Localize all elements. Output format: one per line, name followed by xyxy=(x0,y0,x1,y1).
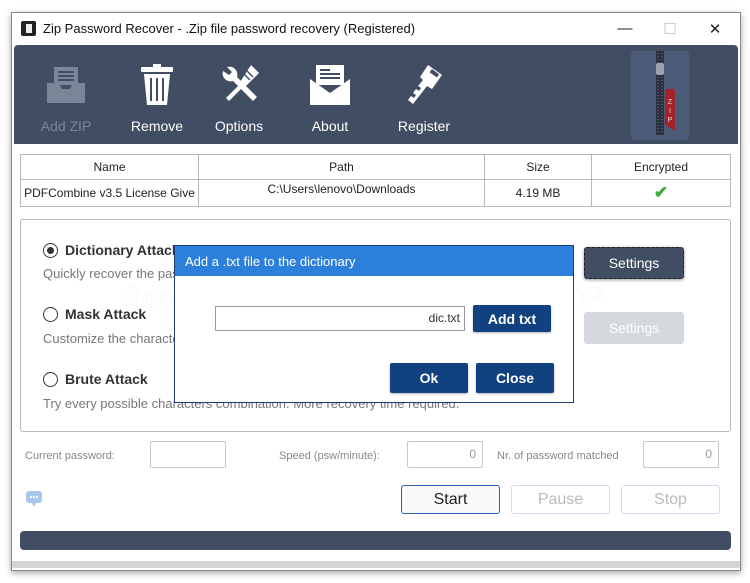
add-txt-button[interactable]: Add txt xyxy=(473,305,551,332)
wrench-screwdriver-icon xyxy=(222,65,259,101)
about-button[interactable]: About xyxy=(290,57,370,137)
file-table: Name Path Size Encrypted PDFCombine v3.5… xyxy=(20,154,731,207)
about-label: About xyxy=(311,118,349,134)
encrypted-check-icon: ✔ xyxy=(591,179,731,207)
register-label: Register xyxy=(397,118,451,134)
key-icon xyxy=(408,65,442,104)
svg-text:P: P xyxy=(668,117,673,124)
trash-can-icon xyxy=(141,64,173,105)
progress-bar xyxy=(20,531,731,550)
cell-path: C:\Users\lenovo\Downloads xyxy=(198,179,485,207)
start-button[interactable]: Start xyxy=(401,485,500,514)
matched-field[interactable]: 0 xyxy=(643,441,719,468)
radio-unchecked-icon xyxy=(43,371,58,387)
minimize-button[interactable]: — xyxy=(602,13,648,44)
inbox-tray-icon xyxy=(47,67,85,103)
col-header-encrypted[interactable]: Encrypted xyxy=(591,154,731,180)
dialog-title: Add a .txt file to the dictionary xyxy=(175,246,573,276)
toolbar: Add ZIP Remove Options About Register Z … xyxy=(14,45,738,144)
register-button[interactable]: Register xyxy=(384,57,464,137)
matched-label: Nr. of password matched xyxy=(497,450,619,462)
cell-size: 4.19 MB xyxy=(484,179,592,207)
pause-button[interactable]: Pause xyxy=(511,485,610,514)
add-zip-button[interactable]: Add ZIP xyxy=(26,57,106,137)
ok-button[interactable]: Ok xyxy=(390,363,468,393)
dictionary-settings-button[interactable]: Settings xyxy=(584,247,684,279)
dictionary-file-input[interactable]: dic.txt xyxy=(215,306,465,331)
window-title: Zip Password Recover - .Zip file passwor… xyxy=(43,21,416,36)
col-header-size[interactable]: Size xyxy=(484,154,592,180)
current-password-field[interactable] xyxy=(150,441,226,468)
add-txt-dialog: Add a .txt file to the dictionary dic.tx… xyxy=(174,245,574,403)
col-header-name[interactable]: Name xyxy=(20,154,199,180)
dictionary-attack-radio[interactable]: Dictionary Attack xyxy=(43,242,180,258)
stop-button[interactable]: Stop xyxy=(621,485,720,514)
remove-button[interactable]: Remove xyxy=(117,57,197,137)
stats-bar: Current password: Speed (psw/minute): 0 … xyxy=(12,441,740,471)
mask-attack-radio[interactable]: Mask Attack xyxy=(43,306,146,322)
horizontal-scrollbar[interactable] xyxy=(12,561,740,568)
remove-label: Remove xyxy=(130,118,184,134)
current-password-label: Current password: xyxy=(25,450,115,462)
app-icon xyxy=(21,21,36,36)
cell-name: PDFCombine v3.5 License Give xyxy=(20,179,199,207)
mask-attack-label: Mask Attack xyxy=(65,306,147,322)
zip-logo: Z I P xyxy=(629,49,691,142)
radio-unchecked-icon xyxy=(43,306,58,322)
table-row[interactable]: PDFCombine v3.5 License Give C:\Users\le… xyxy=(20,179,731,207)
title-bar: Zip Password Recover - .Zip file passwor… xyxy=(12,13,740,44)
radio-checked-icon xyxy=(43,242,58,258)
mask-settings-button[interactable]: Settings xyxy=(584,312,684,344)
speed-label: Speed (psw/minute): xyxy=(279,450,380,462)
zip-logo-letter: Z xyxy=(668,99,673,106)
dialog-close-button[interactable]: Close xyxy=(476,363,554,393)
brute-attack-radio[interactable]: Brute Attack xyxy=(43,371,148,387)
brute-attack-label: Brute Attack xyxy=(65,371,148,387)
close-window-button[interactable]: ✕ xyxy=(692,13,738,44)
chat-bubble-icon[interactable] xyxy=(25,490,43,513)
svg-text:I: I xyxy=(669,108,671,115)
options-button[interactable]: Options xyxy=(199,57,279,137)
options-label: Options xyxy=(214,118,264,134)
add-zip-label: Add ZIP xyxy=(40,118,92,134)
envelope-letter-icon xyxy=(310,65,350,105)
table-header-row: Name Path Size Encrypted xyxy=(20,154,731,180)
maximize-button[interactable]: ☐ xyxy=(647,13,693,44)
dictionary-attack-label: Dictionary Attack xyxy=(65,242,180,258)
speed-field[interactable]: 0 xyxy=(407,441,483,468)
col-header-path[interactable]: Path xyxy=(198,154,485,180)
